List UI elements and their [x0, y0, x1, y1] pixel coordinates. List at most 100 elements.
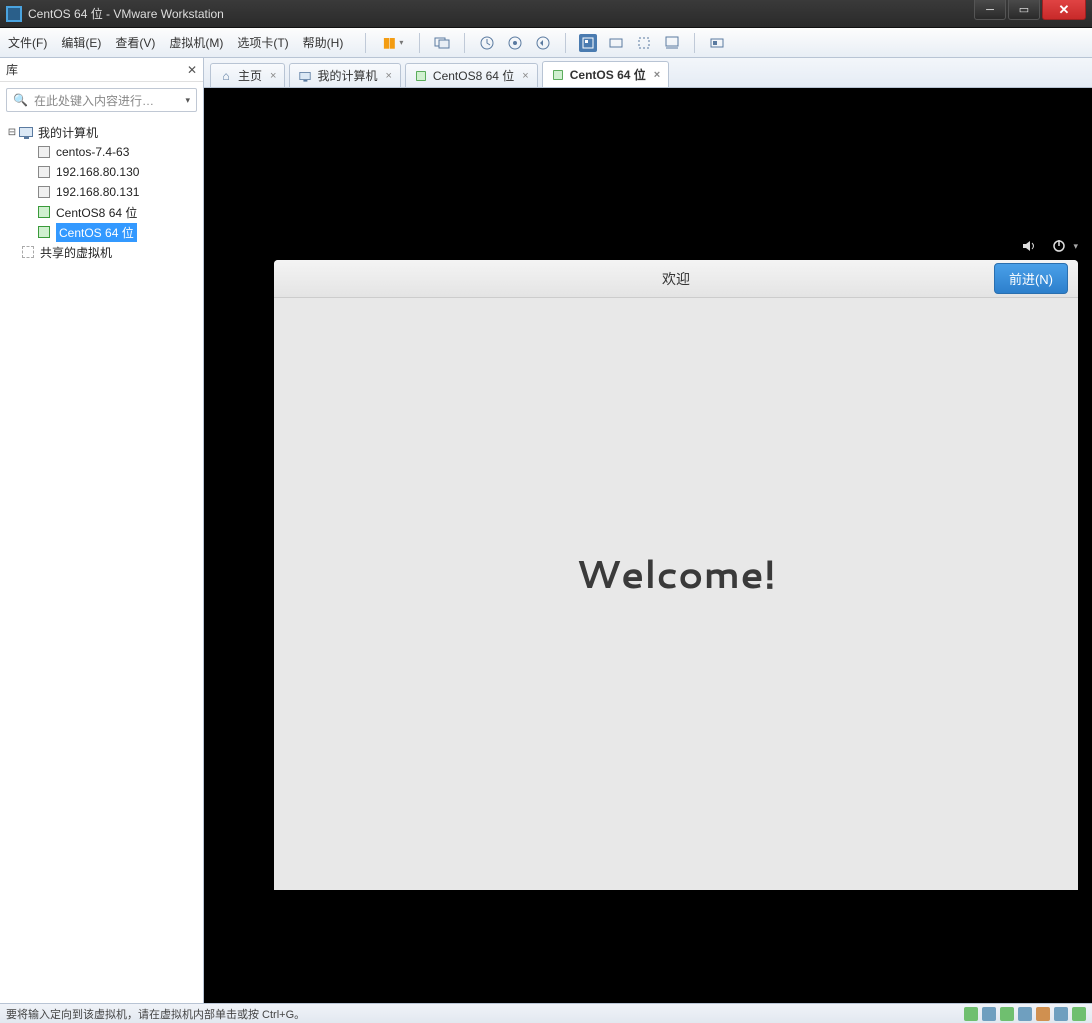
- snapshot-icon[interactable]: [478, 34, 496, 52]
- cycle-icon[interactable]: [708, 34, 726, 52]
- tab-close-icon[interactable]: ×: [385, 70, 391, 82]
- dialog-title: 欢迎: [274, 269, 1078, 289]
- tree-vm-item[interactable]: CentOS8 64 位: [6, 202, 197, 222]
- minimize-button[interactable]: ─: [974, 0, 1006, 20]
- welcome-dialog: 欢迎 前进(N) Welcome!: [274, 260, 1078, 890]
- content-area: ⌂ 主页 × 我的计算机 × CentOS8 64 位 × CentOS 64 …: [204, 58, 1092, 1003]
- monitor-icon: [18, 125, 34, 139]
- tree-label: CentOS8 64 位: [56, 204, 137, 221]
- status-tray: [964, 1007, 1086, 1021]
- status-text: 要将输入定向到该虚拟机，请在虚拟机内部单击或按 Ctrl+G。: [6, 1006, 964, 1022]
- tab-label: CentOS 64 位: [570, 66, 646, 83]
- tree-vm-item[interactable]: 192.168.80.130: [6, 162, 197, 182]
- dialog-header: 欢迎 前进(N): [274, 260, 1078, 298]
- tab-strip: ⌂ 主页 × 我的计算机 × CentOS8 64 位 × CentOS 64 …: [204, 58, 1092, 88]
- welcome-heading: Welcome!: [576, 547, 776, 601]
- vm-icon: [414, 69, 428, 83]
- sidebar-close-icon[interactable]: ✕: [187, 63, 197, 77]
- window-controls: ─ ▭ ✕: [974, 0, 1092, 27]
- vm-console[interactable]: ▾ 欢迎 前进(N) Welcome!: [204, 88, 1092, 1003]
- tree-shared-vms[interactable]: 共享的虚拟机: [6, 242, 197, 262]
- dialog-body: Welcome!: [274, 298, 1078, 890]
- menu-edit[interactable]: 编辑(E): [61, 34, 101, 51]
- tab-centos8[interactable]: CentOS8 64 位 ×: [405, 63, 538, 87]
- tree-root-my-computer[interactable]: ⊟ 我的计算机: [6, 122, 197, 142]
- main-area: 库 ✕ 🔍 在此处键入内容进行… ▾ ⊟ 我的计算机 centos-7.4-63: [0, 58, 1092, 1003]
- menu-vm[interactable]: 虚拟机(M): [169, 34, 223, 51]
- pause-icon[interactable]: ▮▮: [379, 34, 397, 52]
- tab-centos-active[interactable]: CentOS 64 位 ×: [542, 61, 669, 87]
- console-view-icon[interactable]: [663, 34, 681, 52]
- tray-device-icon[interactable]: [964, 1007, 978, 1021]
- tray-device-icon[interactable]: [982, 1007, 996, 1021]
- tab-close-icon[interactable]: ×: [654, 69, 660, 81]
- vm-icon: [36, 225, 52, 239]
- toolbar-separator: [694, 33, 695, 53]
- power-dropdown-icon[interactable]: ▾: [1073, 241, 1078, 252]
- snapshot-manage-icon[interactable]: [506, 34, 524, 52]
- window-titlebar: CentOS 64 位 - VMware Workstation ─ ▭ ✕: [0, 0, 1092, 28]
- sound-icon[interactable]: [1021, 238, 1037, 254]
- toolbar-separator: [464, 33, 465, 53]
- power-icon[interactable]: [1051, 238, 1067, 254]
- send-keys-icon[interactable]: [433, 34, 451, 52]
- home-icon: ⌂: [219, 69, 233, 83]
- tab-home[interactable]: ⌂ 主页 ×: [210, 63, 285, 87]
- toolbar-separator: [565, 33, 566, 53]
- tab-label: 我的计算机: [317, 67, 377, 84]
- toolbar-separator: [365, 33, 366, 53]
- tab-close-icon[interactable]: ×: [270, 70, 276, 82]
- tree-label: CentOS 64 位: [56, 223, 137, 242]
- menu-file[interactable]: 文件(F): [8, 34, 47, 51]
- tree-label: 192.168.80.130: [56, 165, 139, 179]
- snapshot-revert-icon[interactable]: [534, 34, 552, 52]
- vm-icon: [551, 68, 565, 82]
- guest-system-tray: ▾: [1021, 238, 1078, 254]
- search-dropdown-icon[interactable]: ▾: [185, 95, 190, 106]
- shared-icon: [20, 245, 36, 259]
- sidebar-header: 库 ✕: [0, 58, 203, 82]
- menubar: 文件(F) 编辑(E) 查看(V) 虚拟机(M) 选项卡(T) 帮助(H) ▮▮…: [0, 28, 1092, 58]
- tree-label: 192.168.80.131: [56, 185, 139, 199]
- search-row: 🔍 在此处键入内容进行… ▾: [0, 82, 203, 118]
- tray-device-icon[interactable]: [1018, 1007, 1032, 1021]
- vm-icon: [36, 185, 52, 199]
- tab-label: CentOS8 64 位: [433, 67, 514, 84]
- next-button[interactable]: 前进(N): [994, 263, 1068, 294]
- monitor-icon: [298, 69, 312, 83]
- tray-device-icon[interactable]: [1072, 1007, 1086, 1021]
- tray-device-icon[interactable]: [1000, 1007, 1014, 1021]
- tree-vm-item[interactable]: centos-7.4-63: [6, 142, 197, 162]
- search-placeholder: 在此处键入内容进行…: [34, 92, 154, 109]
- pause-dropdown-icon[interactable]: ▾: [399, 38, 403, 47]
- toolbar-separator: [419, 33, 420, 53]
- app-icon: [6, 6, 22, 22]
- tree-vm-item-selected[interactable]: CentOS 64 位: [6, 222, 197, 242]
- vm-tree: ⊟ 我的计算机 centos-7.4-63 192.168.80.130 192…: [0, 118, 203, 266]
- stretch-icon[interactable]: [635, 34, 653, 52]
- tray-device-icon[interactable]: [1054, 1007, 1068, 1021]
- menu-view[interactable]: 查看(V): [115, 34, 155, 51]
- menu-tabs[interactable]: 选项卡(T): [237, 34, 288, 51]
- maximize-button[interactable]: ▭: [1008, 0, 1040, 20]
- status-bar: 要将输入定向到该虚拟机，请在虚拟机内部单击或按 Ctrl+G。: [0, 1003, 1092, 1023]
- tab-label: 主页: [238, 67, 262, 84]
- vm-icon: [36, 205, 52, 219]
- tree-vm-item[interactable]: 192.168.80.131: [6, 182, 197, 202]
- menu-help[interactable]: 帮助(H): [303, 34, 344, 51]
- vm-icon: [36, 165, 52, 179]
- search-icon: 🔍: [13, 93, 28, 107]
- collapse-icon[interactable]: ⊟: [6, 127, 18, 138]
- close-button[interactable]: ✕: [1042, 0, 1086, 20]
- tray-device-icon[interactable]: [1036, 1007, 1050, 1021]
- unity-icon[interactable]: [607, 34, 625, 52]
- library-sidebar: 库 ✕ 🔍 在此处键入内容进行… ▾ ⊟ 我的计算机 centos-7.4-63: [0, 58, 204, 1003]
- tree-label: 共享的虚拟机: [40, 244, 112, 261]
- window-title: CentOS 64 位 - VMware Workstation: [28, 5, 974, 22]
- tab-my-computer[interactable]: 我的计算机 ×: [289, 63, 400, 87]
- tab-close-icon[interactable]: ×: [522, 70, 528, 82]
- tree-label: 我的计算机: [38, 124, 98, 141]
- fullscreen-icon[interactable]: [579, 34, 597, 52]
- search-input[interactable]: 🔍 在此处键入内容进行… ▾: [6, 88, 197, 112]
- vm-icon: [36, 145, 52, 159]
